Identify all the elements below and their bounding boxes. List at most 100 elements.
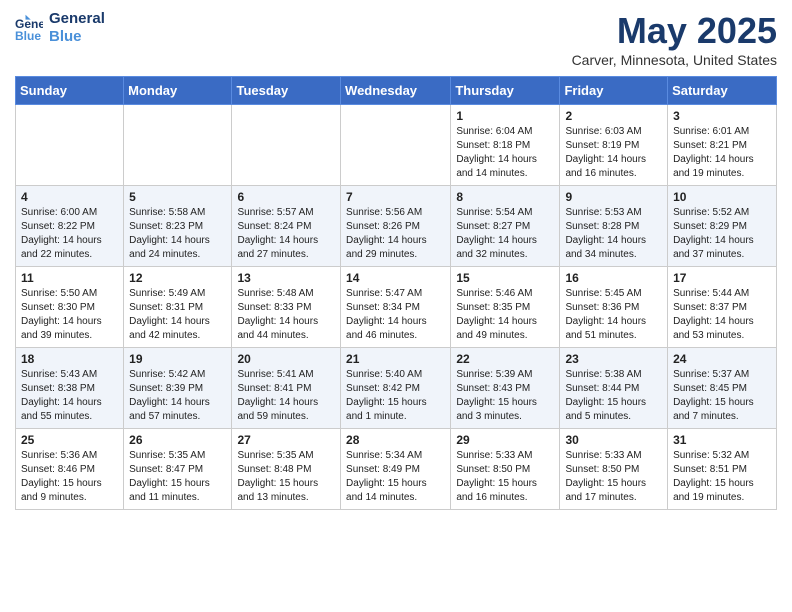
calendar-week-5: 25 Sunrise: 5:36 AM Sunset: 8:46 PM Dayli…	[16, 429, 777, 510]
calendar-week-4: 18 Sunrise: 5:43 AM Sunset: 8:38 PM Dayli…	[16, 348, 777, 429]
calendar-cell-4-3: 20 Sunrise: 5:41 AM Sunset: 8:41 PM Dayli…	[232, 348, 341, 429]
calendar-cell-4-7: 24 Sunrise: 5:37 AM Sunset: 8:45 PM Dayli…	[668, 348, 777, 429]
calendar-cell-2-2: 5 Sunrise: 5:58 AM Sunset: 8:23 PM Daylig…	[124, 186, 232, 267]
calendar-cell-5-2: 26 Sunrise: 5:35 AM Sunset: 8:47 PM Dayli…	[124, 429, 232, 510]
calendar-week-3: 11Sunrise: 5:50 AM Sunset: 8:30 PM Dayli…	[16, 267, 777, 348]
day-info: Sunrise: 5:57 AM Sunset: 8:24 PM Dayligh…	[237, 206, 335, 262]
day-number: 17	[673, 271, 771, 285]
calendar-cell-5-3: 27 Sunrise: 5:35 AM Sunset: 8:48 PM Dayli…	[232, 429, 341, 510]
day-info: Sunrise: 5:41 AM Sunset: 8:41 PM Dayligh…	[237, 368, 335, 424]
day-info: Sunrise: 5:58 AM Sunset: 8:23 PM Dayligh…	[129, 206, 226, 262]
day-number: 20	[237, 352, 335, 366]
day-info: Sunrise: 5:56 AM Sunset: 8:26 PM Dayligh…	[346, 206, 445, 262]
day-info: Sunrise: 5:50 AM Sunset: 8:30 PM Dayligh…	[21, 287, 118, 343]
calendar-cell-3-6: 16 Sunrise: 5:45 AM Sunset: 8:36 PM Dayli…	[560, 267, 668, 348]
day-number: 25	[21, 433, 118, 447]
day-number: 23	[565, 352, 662, 366]
calendar-cell-3-2: 12 Sunrise: 5:49 AM Sunset: 8:31 PM Dayli…	[124, 267, 232, 348]
calendar-cell-1-2	[124, 105, 232, 186]
calendar-cell-4-1: 18 Sunrise: 5:43 AM Sunset: 8:38 PM Dayli…	[16, 348, 124, 429]
calendar-cell-2-3: 6Sunrise: 5:57 AM Sunset: 8:24 PM Daylig…	[232, 186, 341, 267]
day-number: 5	[129, 190, 226, 204]
day-number: 22	[456, 352, 554, 366]
day-number: 18	[21, 352, 118, 366]
calendar-cell-4-6: 23 Sunrise: 5:38 AM Sunset: 8:44 PM Dayli…	[560, 348, 668, 429]
calendar-cell-3-4: 14Sunrise: 5:47 AM Sunset: 8:34 PM Dayli…	[341, 267, 451, 348]
day-number: 2	[565, 109, 662, 123]
calendar-cell-3-3: 13 Sunrise: 5:48 AM Sunset: 8:33 PM Dayli…	[232, 267, 341, 348]
calendar-cell-3-5: 15 Sunrise: 5:46 AM Sunset: 8:35 PM Dayli…	[451, 267, 560, 348]
day-info: Sunrise: 5:38 AM Sunset: 8:44 PM Dayligh…	[565, 368, 662, 424]
weekday-header-monday: Monday	[124, 77, 232, 105]
day-number: 30	[565, 433, 662, 447]
day-info: Sunrise: 6:00 AM Sunset: 8:22 PM Dayligh…	[21, 206, 118, 262]
calendar-cell-5-1: 25 Sunrise: 5:36 AM Sunset: 8:46 PM Dayli…	[16, 429, 124, 510]
calendar-cell-1-6: 2Sunrise: 6:03 AM Sunset: 8:19 PM Daylig…	[560, 105, 668, 186]
day-info: Sunrise: 5:36 AM Sunset: 8:46 PM Dayligh…	[21, 449, 118, 505]
calendar-cell-2-1: 4 Sunrise: 6:00 AM Sunset: 8:22 PM Daylig…	[16, 186, 124, 267]
logo: General Blue General Blue	[15, 10, 105, 46]
calendar-cell-5-6: 30 Sunrise: 5:33 AM Sunset: 8:50 PM Dayli…	[560, 429, 668, 510]
day-number: 8	[456, 190, 554, 204]
day-number: 21	[346, 352, 445, 366]
calendar-cell-5-4: 28Sunrise: 5:34 AM Sunset: 8:49 PM Dayli…	[341, 429, 451, 510]
day-number: 12	[129, 271, 226, 285]
day-info: Sunrise: 5:52 AM Sunset: 8:29 PM Dayligh…	[673, 206, 771, 262]
day-info: Sunrise: 5:37 AM Sunset: 8:45 PM Dayligh…	[673, 368, 771, 424]
day-info: Sunrise: 5:48 AM Sunset: 8:33 PM Dayligh…	[237, 287, 335, 343]
day-info: Sunrise: 5:45 AM Sunset: 8:36 PM Dayligh…	[565, 287, 662, 343]
day-number: 4	[21, 190, 118, 204]
calendar-cell-4-5: 22Sunrise: 5:39 AM Sunset: 8:43 PM Dayli…	[451, 348, 560, 429]
day-info: Sunrise: 5:33 AM Sunset: 8:50 PM Dayligh…	[456, 449, 554, 505]
day-number: 13	[237, 271, 335, 285]
day-info: Sunrise: 5:40 AM Sunset: 8:42 PM Dayligh…	[346, 368, 445, 424]
day-info: Sunrise: 5:46 AM Sunset: 8:35 PM Dayligh…	[456, 287, 554, 343]
weekday-header-saturday: Saturday	[668, 77, 777, 105]
calendar-cell-3-7: 17 Sunrise: 5:44 AM Sunset: 8:37 PM Dayli…	[668, 267, 777, 348]
day-info: Sunrise: 5:43 AM Sunset: 8:38 PM Dayligh…	[21, 368, 118, 424]
weekday-header-friday: Friday	[560, 77, 668, 105]
title-block: May 2025 Carver, Minnesota, United State…	[572, 10, 777, 68]
day-number: 3	[673, 109, 771, 123]
weekday-header-sunday: Sunday	[16, 77, 124, 105]
day-info: Sunrise: 5:35 AM Sunset: 8:48 PM Dayligh…	[237, 449, 335, 505]
day-info: Sunrise: 5:32 AM Sunset: 8:51 PM Dayligh…	[673, 449, 771, 505]
svg-text:Blue: Blue	[15, 29, 41, 42]
day-info: Sunrise: 5:33 AM Sunset: 8:50 PM Dayligh…	[565, 449, 662, 505]
calendar-cell-2-4: 7Sunrise: 5:56 AM Sunset: 8:26 PM Daylig…	[341, 186, 451, 267]
weekday-header-tuesday: Tuesday	[232, 77, 341, 105]
calendar-table: SundayMondayTuesdayWednesdayThursdayFrid…	[15, 76, 777, 510]
day-number: 26	[129, 433, 226, 447]
day-number: 29	[456, 433, 554, 447]
calendar-cell-3-1: 11Sunrise: 5:50 AM Sunset: 8:30 PM Dayli…	[16, 267, 124, 348]
day-info: Sunrise: 5:49 AM Sunset: 8:31 PM Dayligh…	[129, 287, 226, 343]
calendar-cell-4-2: 19 Sunrise: 5:42 AM Sunset: 8:39 PM Dayli…	[124, 348, 232, 429]
day-info: Sunrise: 5:54 AM Sunset: 8:27 PM Dayligh…	[456, 206, 554, 262]
weekday-header-thursday: Thursday	[451, 77, 560, 105]
month-title: May 2025	[572, 10, 777, 52]
day-info: Sunrise: 5:44 AM Sunset: 8:37 PM Dayligh…	[673, 287, 771, 343]
day-number: 27	[237, 433, 335, 447]
logo-general: General	[49, 10, 105, 28]
calendar-cell-5-5: 29 Sunrise: 5:33 AM Sunset: 8:50 PM Dayli…	[451, 429, 560, 510]
day-number: 19	[129, 352, 226, 366]
day-number: 1	[456, 109, 554, 123]
day-number: 16	[565, 271, 662, 285]
day-number: 10	[673, 190, 771, 204]
day-number: 31	[673, 433, 771, 447]
calendar-cell-1-7: 3 Sunrise: 6:01 AM Sunset: 8:21 PM Daylig…	[668, 105, 777, 186]
calendar-cell-1-1	[16, 105, 124, 186]
page-header: General Blue General Blue May 2025 Carve…	[15, 10, 777, 68]
calendar-cell-1-4	[341, 105, 451, 186]
day-info: Sunrise: 6:01 AM Sunset: 8:21 PM Dayligh…	[673, 125, 771, 181]
weekday-header-row: SundayMondayTuesdayWednesdayThursdayFrid…	[16, 77, 777, 105]
calendar-cell-1-5: 1Sunrise: 6:04 AM Sunset: 8:18 PM Daylig…	[451, 105, 560, 186]
calendar-cell-4-4: 21 Sunrise: 5:40 AM Sunset: 8:42 PM Dayli…	[341, 348, 451, 429]
day-info: Sunrise: 5:42 AM Sunset: 8:39 PM Dayligh…	[129, 368, 226, 424]
day-number: 15	[456, 271, 554, 285]
day-info: Sunrise: 5:35 AM Sunset: 8:47 PM Dayligh…	[129, 449, 226, 505]
calendar-cell-5-7: 31 Sunrise: 5:32 AM Sunset: 8:51 PM Dayli…	[668, 429, 777, 510]
day-number: 24	[673, 352, 771, 366]
location: Carver, Minnesota, United States	[572, 52, 777, 68]
calendar-cell-2-5: 8 Sunrise: 5:54 AM Sunset: 8:27 PM Daylig…	[451, 186, 560, 267]
